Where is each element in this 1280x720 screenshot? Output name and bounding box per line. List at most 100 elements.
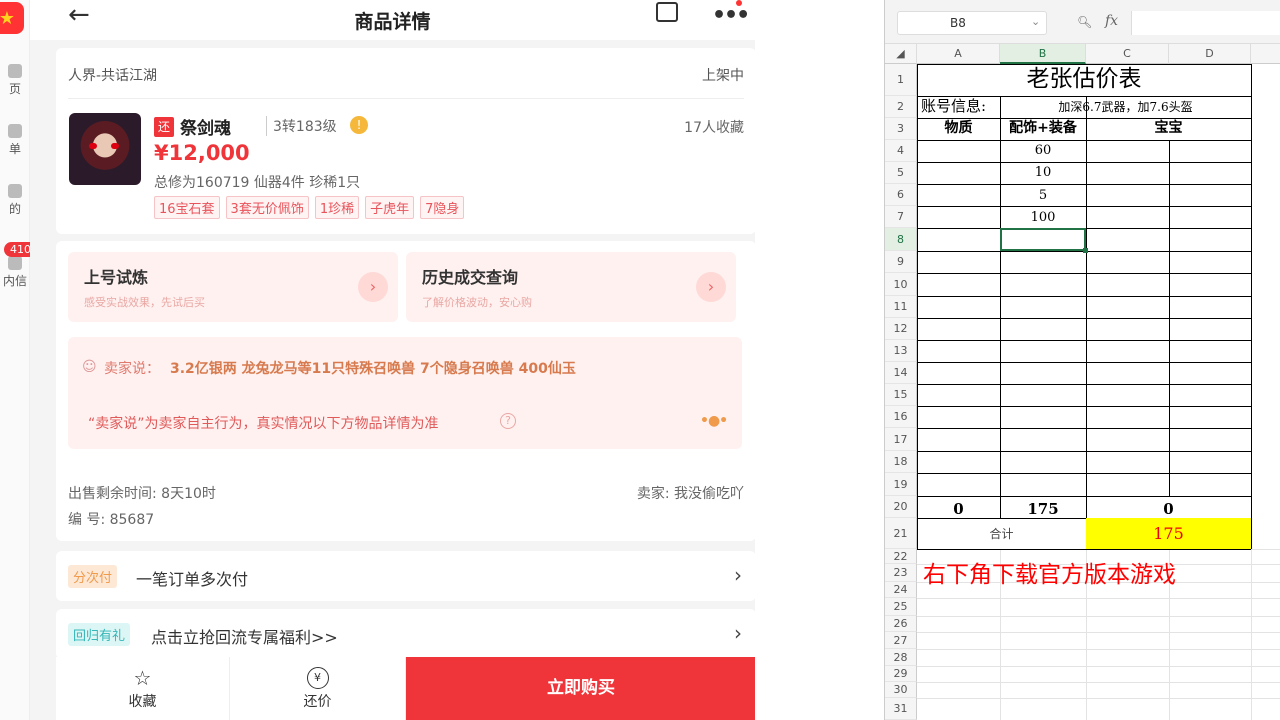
- table-border: [917, 273, 1251, 274]
- item-code: 编 号: 85687: [68, 512, 155, 528]
- row-header[interactable]: 26: [885, 616, 917, 632]
- select-all-corner[interactable]: ◢: [885, 44, 917, 64]
- row-header[interactable]: 20: [885, 496, 917, 518]
- yen-icon: ¥: [306, 667, 329, 689]
- installment-text: 一笔订单多次付: [136, 570, 249, 589]
- row-header[interactable]: 13: [885, 340, 917, 362]
- account-label: 账号信息:: [921, 97, 987, 115]
- gridline: [917, 598, 1280, 599]
- name-box[interactable]: B8: [897, 11, 1047, 35]
- sidebar-item-home[interactable]: 页: [0, 64, 30, 97]
- row-header[interactable]: 12: [885, 318, 917, 340]
- gridline: [917, 682, 1280, 683]
- table-border: [917, 473, 1251, 474]
- column-header-a[interactable]: A: [917, 44, 1000, 64]
- info-warning-icon[interactable]: !: [350, 116, 368, 134]
- seller-name[interactable]: 卖家: 我没偷吃吖: [637, 483, 744, 503]
- chat-icon: ☺: [82, 359, 97, 375]
- column-header-e[interactable]: [1251, 44, 1280, 64]
- screen: ★ 页 单 的 内信 410 ← 商品详情 ••• 人界-共话江湖 上架中 还 …: [0, 0, 1280, 720]
- gear-value[interactable]: 100: [1000, 208, 1086, 228]
- row-header[interactable]: 16: [885, 406, 917, 428]
- selected-cell-b8[interactable]: [1000, 228, 1088, 253]
- gear-value[interactable]: 5: [1000, 186, 1086, 206]
- installment-pill: 分次付: [68, 565, 118, 588]
- row-header[interactable]: 21: [885, 518, 917, 549]
- history-query-button[interactable]: 历史成交查询 了解价格波动，安心购 ›: [406, 252, 736, 322]
- row-header[interactable]: 10: [885, 273, 917, 296]
- row-header[interactable]: 29: [885, 666, 917, 682]
- gear-value[interactable]: 10: [1000, 163, 1086, 183]
- row-header[interactable]: 17: [885, 428, 917, 451]
- row-header[interactable]: 6: [885, 184, 917, 206]
- more-icon[interactable]: •••: [712, 3, 750, 28]
- table-border: [917, 451, 1251, 452]
- gridline: [917, 616, 1280, 617]
- row-header[interactable]: 14: [885, 362, 917, 384]
- promo-text: 右下角下载官方版本游戏: [923, 562, 1176, 588]
- row-header[interactable]: 23: [885, 564, 917, 582]
- character-avatar[interactable]: [69, 113, 141, 185]
- row-header[interactable]: 5: [885, 162, 917, 184]
- gear-total[interactable]: 175: [1000, 499, 1086, 519]
- row-header[interactable]: 2: [885, 96, 917, 118]
- row-header[interactable]: 27: [885, 632, 917, 649]
- row-header[interactable]: 25: [885, 598, 917, 616]
- table-border: [917, 406, 1251, 407]
- help-icon[interactable]: ?: [500, 413, 516, 429]
- formula-input[interactable]: [1131, 11, 1280, 35]
- quality-total[interactable]: 0: [917, 499, 1000, 519]
- gridline: [917, 649, 1280, 650]
- feature-tag: 7隐身: [420, 196, 465, 219]
- row-header[interactable]: 18: [885, 451, 917, 473]
- account-info: 加深6.7武器，加7.6头盔: [1058, 100, 1193, 114]
- column-header-c[interactable]: C: [1086, 44, 1169, 64]
- left-sidebar: ★ 页 单 的 内信 410: [0, 0, 37, 720]
- row-header[interactable]: 15: [885, 384, 917, 406]
- app-logo-icon[interactable]: ★: [0, 2, 24, 34]
- gridline: [917, 632, 1280, 633]
- row-header[interactable]: 1: [885, 64, 917, 96]
- table-border: [917, 362, 1251, 363]
- fx-icon[interactable]: fx: [1105, 13, 1118, 29]
- buy-now-button[interactable]: 立即购买: [406, 657, 755, 720]
- row-header[interactable]: 19: [885, 473, 917, 496]
- sidebar-item-orders[interactable]: 单: [0, 124, 30, 157]
- row-header[interactable]: 30: [885, 682, 917, 698]
- quality-header: 物质: [944, 120, 973, 136]
- zoom-icon[interactable]: 🔍︎: [1077, 15, 1092, 29]
- row-header[interactable]: 11: [885, 296, 917, 318]
- column-header-b[interactable]: B: [1000, 44, 1086, 64]
- return-gift-row[interactable]: 回归有礼 点击立抢回流专属福利>> ›: [56, 609, 755, 659]
- share-icon[interactable]: [656, 2, 678, 22]
- table-border: [917, 496, 1251, 497]
- sidebar-item-messages[interactable]: 内信: [0, 256, 30, 289]
- row-header[interactable]: 31: [885, 698, 917, 720]
- favorite-button[interactable]: ☆ 收藏: [56, 657, 230, 720]
- column-header-d[interactable]: D: [1169, 44, 1251, 64]
- feature-tag: 1珍稀: [314, 196, 360, 219]
- gear-value[interactable]: 60: [1000, 141, 1086, 161]
- detail-card: 上号试炼 感受实战效果，先试后买 › 历史成交查询 了解价格波动，安心购 › ☺…: [56, 241, 755, 541]
- installment-row[interactable]: 分次付 一笔订单多次付 ›: [56, 551, 755, 601]
- counter-offer-button[interactable]: ¥ 还价: [230, 657, 406, 720]
- table-border: [917, 184, 1251, 185]
- row-header[interactable]: 7: [885, 206, 917, 228]
- row-header[interactable]: 22: [885, 549, 917, 564]
- pet-total[interactable]: 0: [1086, 499, 1251, 519]
- chevron-down-icon[interactable]: ⌄: [1031, 15, 1040, 28]
- row-header[interactable]: 4: [885, 140, 917, 162]
- row-header[interactable]: 28: [885, 649, 917, 666]
- return-badge: 还: [154, 117, 174, 137]
- row-header[interactable]: 9: [885, 251, 917, 273]
- sidebar-item-mine[interactable]: 的: [0, 184, 30, 217]
- back-arrow-icon[interactable]: ←: [68, 0, 90, 30]
- sale-time-left: 出售剩余时间: 8天10时: [68, 486, 216, 502]
- expand-dots-icon[interactable]: •●•: [700, 413, 728, 429]
- trial-login-button[interactable]: 上号试炼 感受实战效果，先试后买 ›: [68, 252, 398, 322]
- row-header[interactable]: 24: [885, 582, 917, 598]
- sum-value[interactable]: 175: [1086, 523, 1251, 545]
- row-header[interactable]: 3: [885, 118, 917, 140]
- row-header[interactable]: 8: [885, 228, 917, 251]
- chevron-right-icon: ›: [358, 272, 388, 302]
